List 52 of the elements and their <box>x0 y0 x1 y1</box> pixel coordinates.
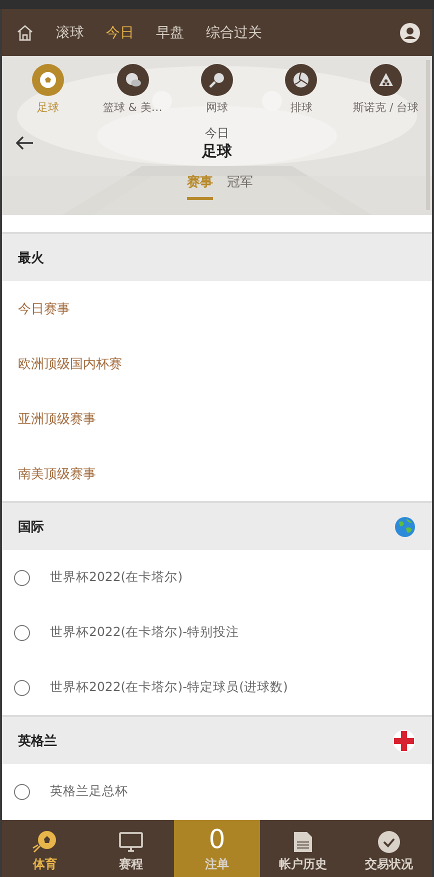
bottom-nav-tab[interactable]: 0 注单 <box>174 820 260 877</box>
tab-label: 帐户历史 <box>279 856 327 873</box>
basketball-icon <box>124 71 142 89</box>
tab-label: 注单 <box>205 856 229 873</box>
competition-label[interactable]: 世界杯2022(在卡塔尔)-特别投注 <box>50 624 240 641</box>
bottom-nav-tab[interactable]: 赛程 <box>88 820 174 877</box>
user-avatar-icon[interactable] <box>400 22 420 42</box>
page-subtitle: 今日 <box>205 125 229 142</box>
tennis-racket-icon <box>208 71 226 89</box>
radio-button[interactable] <box>14 624 30 640</box>
soccer-ball-icon <box>32 830 58 854</box>
radio-button[interactable] <box>14 570 30 586</box>
nav-tab[interactable]: 滚球 <box>56 24 84 42</box>
nav-tab[interactable]: 综合过关 <box>206 24 262 42</box>
home-icon[interactable] <box>16 24 34 42</box>
cross-flag-icon <box>392 728 416 752</box>
tab-label: 体育 <box>33 856 57 873</box>
tab-label: 赛程 <box>119 856 143 873</box>
competition-label[interactable]: 世界杯2022(在卡塔尔)-特定球员(进球数) <box>50 679 288 696</box>
globe-icon <box>394 516 416 538</box>
tab-label: 交易状况 <box>365 856 413 873</box>
nav-tab[interactable]: 早盘 <box>156 24 184 42</box>
competition-label[interactable]: 世界杯2022(在卡塔尔) <box>50 569 183 586</box>
bottom-nav-tab[interactable]: 交易状况 <box>346 820 432 877</box>
document-icon <box>292 830 314 854</box>
page-title: 足球 <box>202 142 232 161</box>
competition-link[interactable]: 亚洲顶级赛事 <box>2 391 432 446</box>
monitor-icon <box>118 830 144 854</box>
back-arrow-icon[interactable] <box>16 136 34 150</box>
sport-tab[interactable]: 排球 <box>259 64 344 115</box>
section-title: 最火 <box>18 250 44 266</box>
soccer-ball-icon <box>39 71 58 89</box>
triangle-rack-icon <box>376 71 395 89</box>
competition-link[interactable]: 欧洲顶级国内杯赛 <box>2 336 432 391</box>
bottom-nav-tab[interactable]: 帐户历史 <box>260 820 346 877</box>
radio-button[interactable] <box>14 680 30 696</box>
sub-tab[interactable]: 冠军 <box>227 173 253 200</box>
sport-tab[interactable]: 篮球 & 美… <box>90 64 175 115</box>
radio-button[interactable] <box>14 784 30 800</box>
sport-tab[interactable]: 足球 <box>6 64 90 115</box>
section-title: 国际 <box>18 518 44 536</box>
check-circle-icon <box>377 830 401 854</box>
section-title: 英格兰 <box>18 732 57 750</box>
competition-label[interactable]: 英格兰足总杯 <box>50 783 128 800</box>
bottom-nav-tab[interactable]: 体育 <box>2 820 88 877</box>
competition-link[interactable]: 南美顶级赛事 <box>2 446 432 501</box>
sport-tab[interactable]: 网球 <box>174 64 260 115</box>
competition-link[interactable]: 今日赛事 <box>2 281 432 336</box>
bet-count: 0 <box>208 826 226 854</box>
sport-tab[interactable]: 斯诺克 / 台球 <box>344 64 428 115</box>
nav-tab[interactable]: 今日 <box>106 24 134 42</box>
volleyball-icon <box>292 71 310 89</box>
